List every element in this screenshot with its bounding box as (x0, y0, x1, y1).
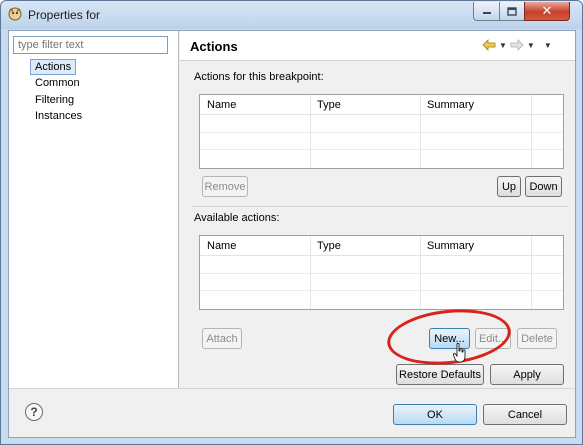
row-divider (200, 132, 563, 133)
section-separator (192, 206, 568, 207)
nav-item-filtering[interactable]: Filtering (31, 93, 78, 109)
nav-item-actions[interactable]: Actions (30, 59, 77, 75)
column-header-type[interactable]: Type (317, 99, 341, 111)
close-button[interactable]: ✕ (524, 2, 570, 21)
up-button[interactable]: Up (497, 176, 521, 197)
page-navigation: ▼ ▼ ▼ (482, 39, 552, 51)
help-icon[interactable]: ? (25, 403, 43, 421)
nav-item-label: Instances (35, 110, 83, 122)
button-label: Remove (204, 180, 246, 193)
nav-item-instances[interactable]: Instances (31, 109, 86, 125)
button-label: Apply (513, 368, 541, 381)
help-glyph: ? (30, 405, 38, 419)
mouse-cursor-icon (453, 343, 466, 363)
dialog-client-area: Actions Common Filtering Instances Actio… (8, 30, 576, 438)
title-bar[interactable]: Properties for ✕ (1, 1, 582, 29)
page-header: Actions ▼ ▼ ▼ (180, 31, 575, 61)
minimize-icon (482, 12, 491, 14)
column-header-name[interactable]: Name (207, 240, 236, 252)
forward-arrow-icon[interactable] (510, 39, 524, 51)
maximize-icon (507, 6, 517, 16)
nav-item-label: Filtering (35, 94, 75, 106)
row-divider (200, 290, 563, 291)
close-icon: ✕ (541, 3, 553, 19)
row-divider (200, 273, 563, 274)
table-header: Name Type Summary (200, 236, 563, 256)
button-label: Up (501, 180, 517, 193)
button-label: Down (529, 180, 558, 193)
navigation-panel: Actions Common Filtering Instances (9, 31, 179, 388)
apply-button[interactable]: Apply (490, 364, 564, 385)
view-menu-icon[interactable]: ▼ (544, 41, 552, 50)
button-label: Restore Defaults (399, 368, 481, 381)
minimize-button[interactable] (473, 2, 500, 21)
nav-item-common[interactable]: Common (31, 76, 84, 92)
restore-defaults-button[interactable]: Restore Defaults (396, 364, 484, 385)
properties-dialog: Properties for ✕ Actions Common (0, 0, 583, 445)
table-header: Name Type Summary (200, 95, 563, 115)
edit-button[interactable]: Edit... (475, 328, 511, 349)
button-label: Delete (521, 332, 553, 345)
back-arrow-icon[interactable] (482, 39, 496, 51)
maximize-button[interactable] (499, 2, 525, 21)
breakpoint-actions-label: Actions for this breakpoint: (194, 71, 324, 83)
column-header-type[interactable]: Type (317, 240, 341, 252)
dialog-button-bar: ? OK Cancel (9, 388, 575, 437)
ok-button[interactable]: OK (393, 404, 477, 425)
cancel-button[interactable]: Cancel (483, 404, 567, 425)
nav-item-label: Common (35, 77, 80, 89)
button-label: Attach (206, 332, 238, 345)
down-button[interactable]: Down (525, 176, 562, 197)
available-actions-label: Available actions: (194, 212, 280, 224)
button-label: Edit... (478, 332, 508, 345)
chevron-down-icon[interactable]: ▼ (527, 41, 535, 50)
button-label: Cancel (507, 408, 543, 421)
filter-input[interactable] (13, 36, 168, 54)
nav-item-label: Actions (35, 61, 72, 73)
button-label: OK (427, 408, 443, 421)
window-title: Properties for (28, 8, 101, 22)
column-header-name[interactable]: Name (207, 99, 236, 111)
property-page: Actions ▼ ▼ ▼ Actions for this breakpoin… (180, 31, 575, 388)
page-title: Actions (190, 39, 238, 54)
app-icon (8, 7, 22, 21)
attach-button[interactable]: Attach (202, 328, 242, 349)
row-divider (200, 149, 563, 150)
chevron-down-icon[interactable]: ▼ (499, 41, 507, 50)
column-header-summary[interactable]: Summary (427, 99, 474, 111)
delete-button[interactable]: Delete (517, 328, 557, 349)
breakpoint-actions-table[interactable]: Name Type Summary (199, 94, 564, 169)
remove-button[interactable]: Remove (202, 176, 248, 197)
column-header-summary[interactable]: Summary (427, 240, 474, 252)
available-actions-table[interactable]: Name Type Summary (199, 235, 564, 310)
